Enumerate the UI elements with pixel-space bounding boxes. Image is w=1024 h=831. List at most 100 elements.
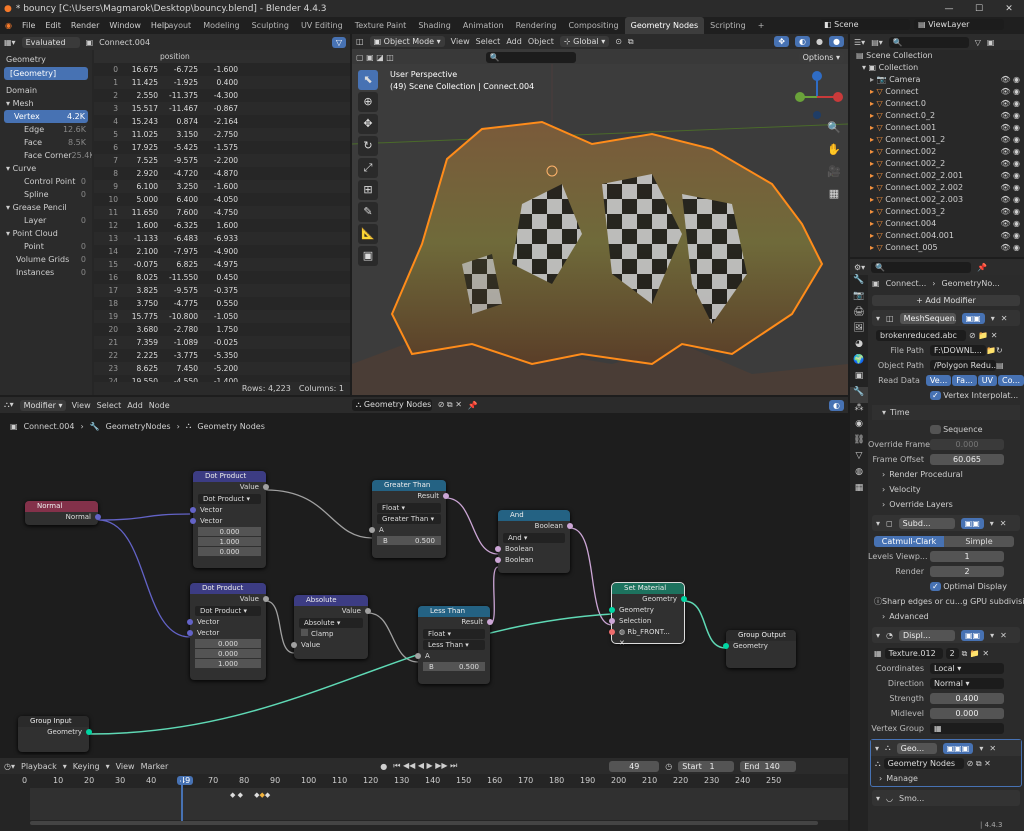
current-frame-field[interactable]: 49 xyxy=(609,760,660,772)
collection-row[interactable]: ▾ ▣ Collection xyxy=(850,62,1024,74)
subdivision-visibility-icons[interactable]: ▣▣ xyxy=(960,517,984,529)
midlevel-field[interactable]: 0.000 xyxy=(930,708,1004,719)
dot1-y-field[interactable]: 1.000 xyxy=(198,537,261,547)
domain-face-corner[interactable]: Face Corner 25.4K xyxy=(0,149,92,162)
timeline-ruler[interactable]: 0 10 20 30 40 49 70 80 90 100 110 120 130 140 150 160 17… xyxy=(0,776,848,788)
catmull-clark-button[interactable]: Catmull-Clark xyxy=(874,536,944,547)
outliner-item[interactable]: ▸ ▽ Connect_005 👁 ◉ xyxy=(850,242,1024,254)
playback-menu[interactable]: Playback xyxy=(21,762,57,771)
domain-volume-grids[interactable]: Volume Grids 0 xyxy=(0,253,92,266)
tab-sculpting[interactable]: Sculpting xyxy=(246,17,295,34)
geometry-item[interactable]: [Geometry] xyxy=(4,67,88,80)
file-path-field[interactable]: F:\DOWNL... xyxy=(930,345,986,356)
normal-output-socket[interactable] xyxy=(95,514,101,520)
setmat-input-geometry-socket[interactable] xyxy=(609,607,615,613)
dot1-x-field[interactable]: 0.000 xyxy=(198,527,261,537)
scene-tab-icon[interactable]: ◕ xyxy=(850,339,868,355)
greater-output-socket[interactable] xyxy=(443,493,449,499)
outliner-editor-icon[interactable]: ☰▾ xyxy=(854,38,865,47)
domain-control-point[interactable]: Control Point 0 xyxy=(0,175,92,188)
filter-icon[interactable]: ▽ xyxy=(331,36,346,48)
measure-tool-icon[interactable]: 📐 xyxy=(358,224,378,244)
setmat-input-selection-socket[interactable] xyxy=(609,618,615,624)
visibility-eye-icon[interactable]: 👁 ◉ xyxy=(1000,206,1020,218)
visibility-eye-icon[interactable]: 👁 ◉ xyxy=(1000,146,1020,158)
3d-viewport[interactable]: ◫ ▣ Object Mode ▾ View Select Add Object… xyxy=(352,34,848,395)
and-input-2-socket[interactable] xyxy=(495,557,501,563)
cache-file-field[interactable]: brokenreduced.abc xyxy=(876,330,966,341)
visibility-eye-icon[interactable]: 👁 ◉ xyxy=(1000,170,1020,182)
tab-rendering[interactable]: Rendering xyxy=(510,17,563,34)
domain-face[interactable]: Face 8.5K xyxy=(0,136,92,149)
sequence-checkbox[interactable] xyxy=(930,425,941,434)
dot1-input-1-socket[interactable] xyxy=(190,507,196,513)
less-b-field[interactable]: B 0.500 xyxy=(423,662,485,672)
node-editor[interactable]: ⛬▾ Modifier ▾ View Select Add Node ⛬ Geo… xyxy=(0,397,848,755)
outliner-item[interactable]: ▸ ▽ Connect.001 👁 ◉ xyxy=(850,122,1024,134)
end-frame-field[interactable]: End 140 xyxy=(740,760,797,772)
less-operation-dropdown[interactable]: Less Than ▾ xyxy=(423,640,485,650)
tab-modeling[interactable]: Modeling xyxy=(197,17,245,34)
scale-tool-icon[interactable]: ⤢ xyxy=(358,158,378,178)
cursor-tool-icon[interactable]: ⊕ xyxy=(358,92,378,112)
timeline-scrollbar[interactable] xyxy=(30,821,818,825)
outliner-item[interactable]: ▸ ▽ Connect.002_2 👁 ◉ xyxy=(850,158,1024,170)
evaluated-dropdown[interactable]: Evaluated xyxy=(21,36,80,48)
domain-edge[interactable]: Edge 12.6K xyxy=(0,123,92,136)
time-subpanel[interactable]: ▾ Time xyxy=(872,405,1020,420)
pivot-icon[interactable]: ⊙ xyxy=(615,37,622,46)
viewport-menu-view[interactable]: View xyxy=(451,37,470,46)
visibility-eye-icon[interactable]: 👁 ◉ xyxy=(1000,182,1020,194)
constraints-tab-icon[interactable]: ⛓ xyxy=(850,435,868,451)
advanced-subpanel[interactable]: › Advanced xyxy=(868,609,1024,624)
mesh-group[interactable]: ▾ Mesh xyxy=(0,97,92,110)
optimal-display-checkbox[interactable]: ✓ xyxy=(930,582,941,591)
viewport-search[interactable]: 🔍 xyxy=(485,52,576,63)
group-output-node[interactable]: Group Output Geometry xyxy=(723,630,796,668)
material-tab-icon[interactable]: ◍ xyxy=(850,467,868,483)
start-frame-field[interactable]: Start 1 xyxy=(678,760,735,772)
domain-vertex[interactable]: Vertex 4.2K xyxy=(4,110,88,123)
outliner-item[interactable]: ▸ ▽ Connect.0 👁 ◉ xyxy=(850,98,1024,110)
domain-spline[interactable]: Spline 0 xyxy=(0,188,92,201)
node-tree-field[interactable]: Geometry Nodes xyxy=(883,758,964,769)
shading-material-icon[interactable]: ● xyxy=(829,36,844,47)
keyframe-markers[interactable]: ◆ ◆ ◆◆◆ xyxy=(230,791,270,799)
outliner-item[interactable]: ▸ ▽ Connect.002_2.002 👁 ◉ xyxy=(850,182,1024,194)
select-tool-icon[interactable]: ⬉ xyxy=(358,70,378,90)
object-mode-dropdown[interactable]: ▣ Object Mode ▾ xyxy=(369,36,445,47)
absolute-output-socket[interactable] xyxy=(365,608,371,614)
setmat-material-socket[interactable] xyxy=(609,629,615,635)
absolute-input-socket[interactable] xyxy=(291,642,297,648)
viewport-menu-object[interactable]: Object xyxy=(528,37,554,46)
set-material-node[interactable]: Set Material Geometry Geometry Selection… xyxy=(609,582,687,647)
pan-icon[interactable]: ✋ xyxy=(824,140,844,160)
dot-product-node-2[interactable]: Dot Product Value Dot Product ▾ Vector V… xyxy=(187,583,269,680)
modifier-visibility-icons[interactable]: ▣▣ xyxy=(961,312,985,324)
simple-button[interactable]: Simple xyxy=(944,536,1014,547)
manage-subpanel[interactable]: › Manage xyxy=(871,771,1021,786)
tool-tab-icon[interactable]: 🔧 xyxy=(850,275,868,291)
visibility-eye-icon[interactable]: 👁 ◉ xyxy=(1000,122,1020,134)
playhead[interactable] xyxy=(181,776,183,821)
tab-uv-editing[interactable]: UV Editing xyxy=(295,17,349,34)
display-mode-icon[interactable]: ▤▾ xyxy=(871,38,883,47)
domain-instances[interactable]: Instances 0 xyxy=(0,266,92,279)
render-procedural-subpanel[interactable]: › Render Procedural xyxy=(868,467,1024,482)
outliner-item[interactable]: ▸ ▽ Connect 👁 ◉ xyxy=(850,86,1024,98)
scene-selector[interactable]: ◧ Scene xyxy=(820,19,910,30)
tab-shading[interactable]: Shading xyxy=(412,17,457,34)
pin-icon[interactable]: 📌 xyxy=(977,263,987,272)
and-operation-dropdown[interactable]: And ▾ xyxy=(503,533,565,543)
world-tab-icon[interactable]: 🌍 xyxy=(850,355,868,371)
direction-dropdown[interactable]: Normal ▾ xyxy=(930,678,1004,689)
override-layers-subpanel[interactable]: › Override Layers xyxy=(868,497,1024,512)
object-path-icon[interactable]: ▤ xyxy=(996,361,1004,370)
optimal-display-row[interactable]: ✓ Optimal Display xyxy=(868,579,1024,594)
sequence-row[interactable]: Sequence xyxy=(868,422,1024,437)
file-browse-icon[interactable]: 📁↻ xyxy=(986,346,1003,355)
add-modifier-button[interactable]: + Add Modifier xyxy=(872,295,1020,306)
frame-offset-field[interactable]: 60.065 xyxy=(930,454,1004,465)
playback-controls-icons[interactable]: ⏮ ◀◀ ◀ ▶ ▶▶ ⏭ xyxy=(393,761,457,771)
timeline-editor-icon[interactable]: ◷▾ xyxy=(4,762,15,771)
